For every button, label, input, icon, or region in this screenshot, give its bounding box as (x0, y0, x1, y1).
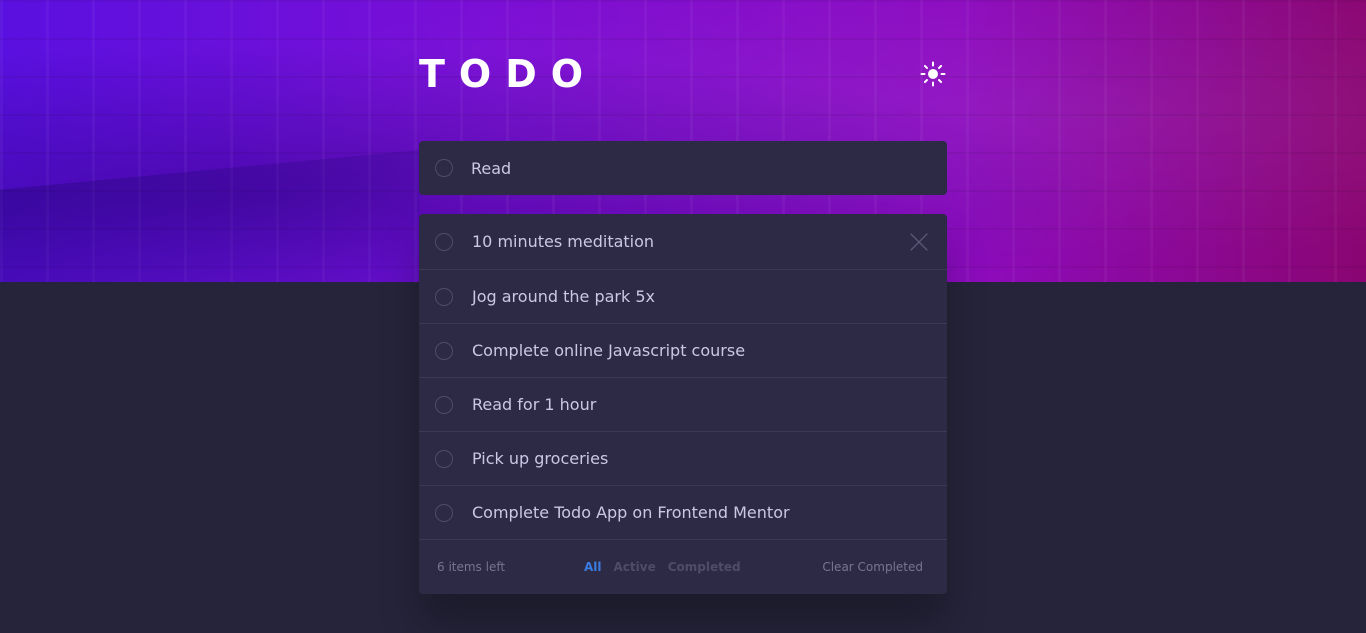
app-header: TODO (419, 52, 947, 96)
filter-active[interactable]: Active (614, 560, 656, 574)
todo-check-circle[interactable] (435, 503, 453, 522)
todo-check-circle[interactable] (435, 395, 453, 414)
todo-item[interactable]: Jog around the park 5x (419, 270, 947, 324)
todo-check-circle[interactable] (435, 449, 453, 468)
clear-completed-button[interactable]: Clear Completed (822, 560, 923, 574)
close-icon (910, 232, 928, 251)
delete-todo-button[interactable] (909, 232, 929, 252)
todo-check-circle[interactable] (435, 341, 453, 360)
todo-item[interactable]: Complete Todo App on Frontend Mentor (419, 486, 947, 540)
todo-text: Jog around the park 5x (472, 287, 655, 306)
filter-completed[interactable]: Completed (668, 560, 741, 574)
app-title: TODO (419, 52, 598, 96)
todo-check-circle[interactable] (435, 287, 453, 306)
new-todo-input[interactable] (471, 158, 911, 178)
todo-item[interactable]: Pick up groceries (419, 432, 947, 486)
theme-toggle-button[interactable] (919, 60, 947, 88)
sun-icon (920, 61, 946, 87)
todo-page: TODO 10 minutes med (0, 0, 1366, 633)
items-left-count: 6 items left (437, 560, 506, 574)
new-todo-bar (419, 141, 947, 195)
filter-group: All Active Completed (584, 560, 741, 574)
todo-list: 10 minutes meditation Jog around the par… (419, 214, 947, 594)
todo-footer: 6 items left All Active Completed Clear … (419, 540, 947, 594)
todo-text: Pick up groceries (472, 449, 609, 468)
todo-check-circle[interactable] (435, 232, 453, 251)
todo-item[interactable]: Read for 1 hour (419, 378, 947, 432)
new-todo-check-circle[interactable] (435, 159, 453, 177)
todo-text: Complete Todo App on Frontend Mentor (472, 503, 790, 522)
todo-text: Complete online Javascript course (472, 341, 746, 360)
filter-all[interactable]: All (584, 560, 602, 574)
todo-item[interactable]: 10 minutes meditation (419, 214, 947, 270)
todo-text: 10 minutes meditation (472, 232, 655, 251)
todo-item[interactable]: Complete online Javascript course (419, 324, 947, 378)
todo-text: Read for 1 hour (472, 395, 597, 414)
